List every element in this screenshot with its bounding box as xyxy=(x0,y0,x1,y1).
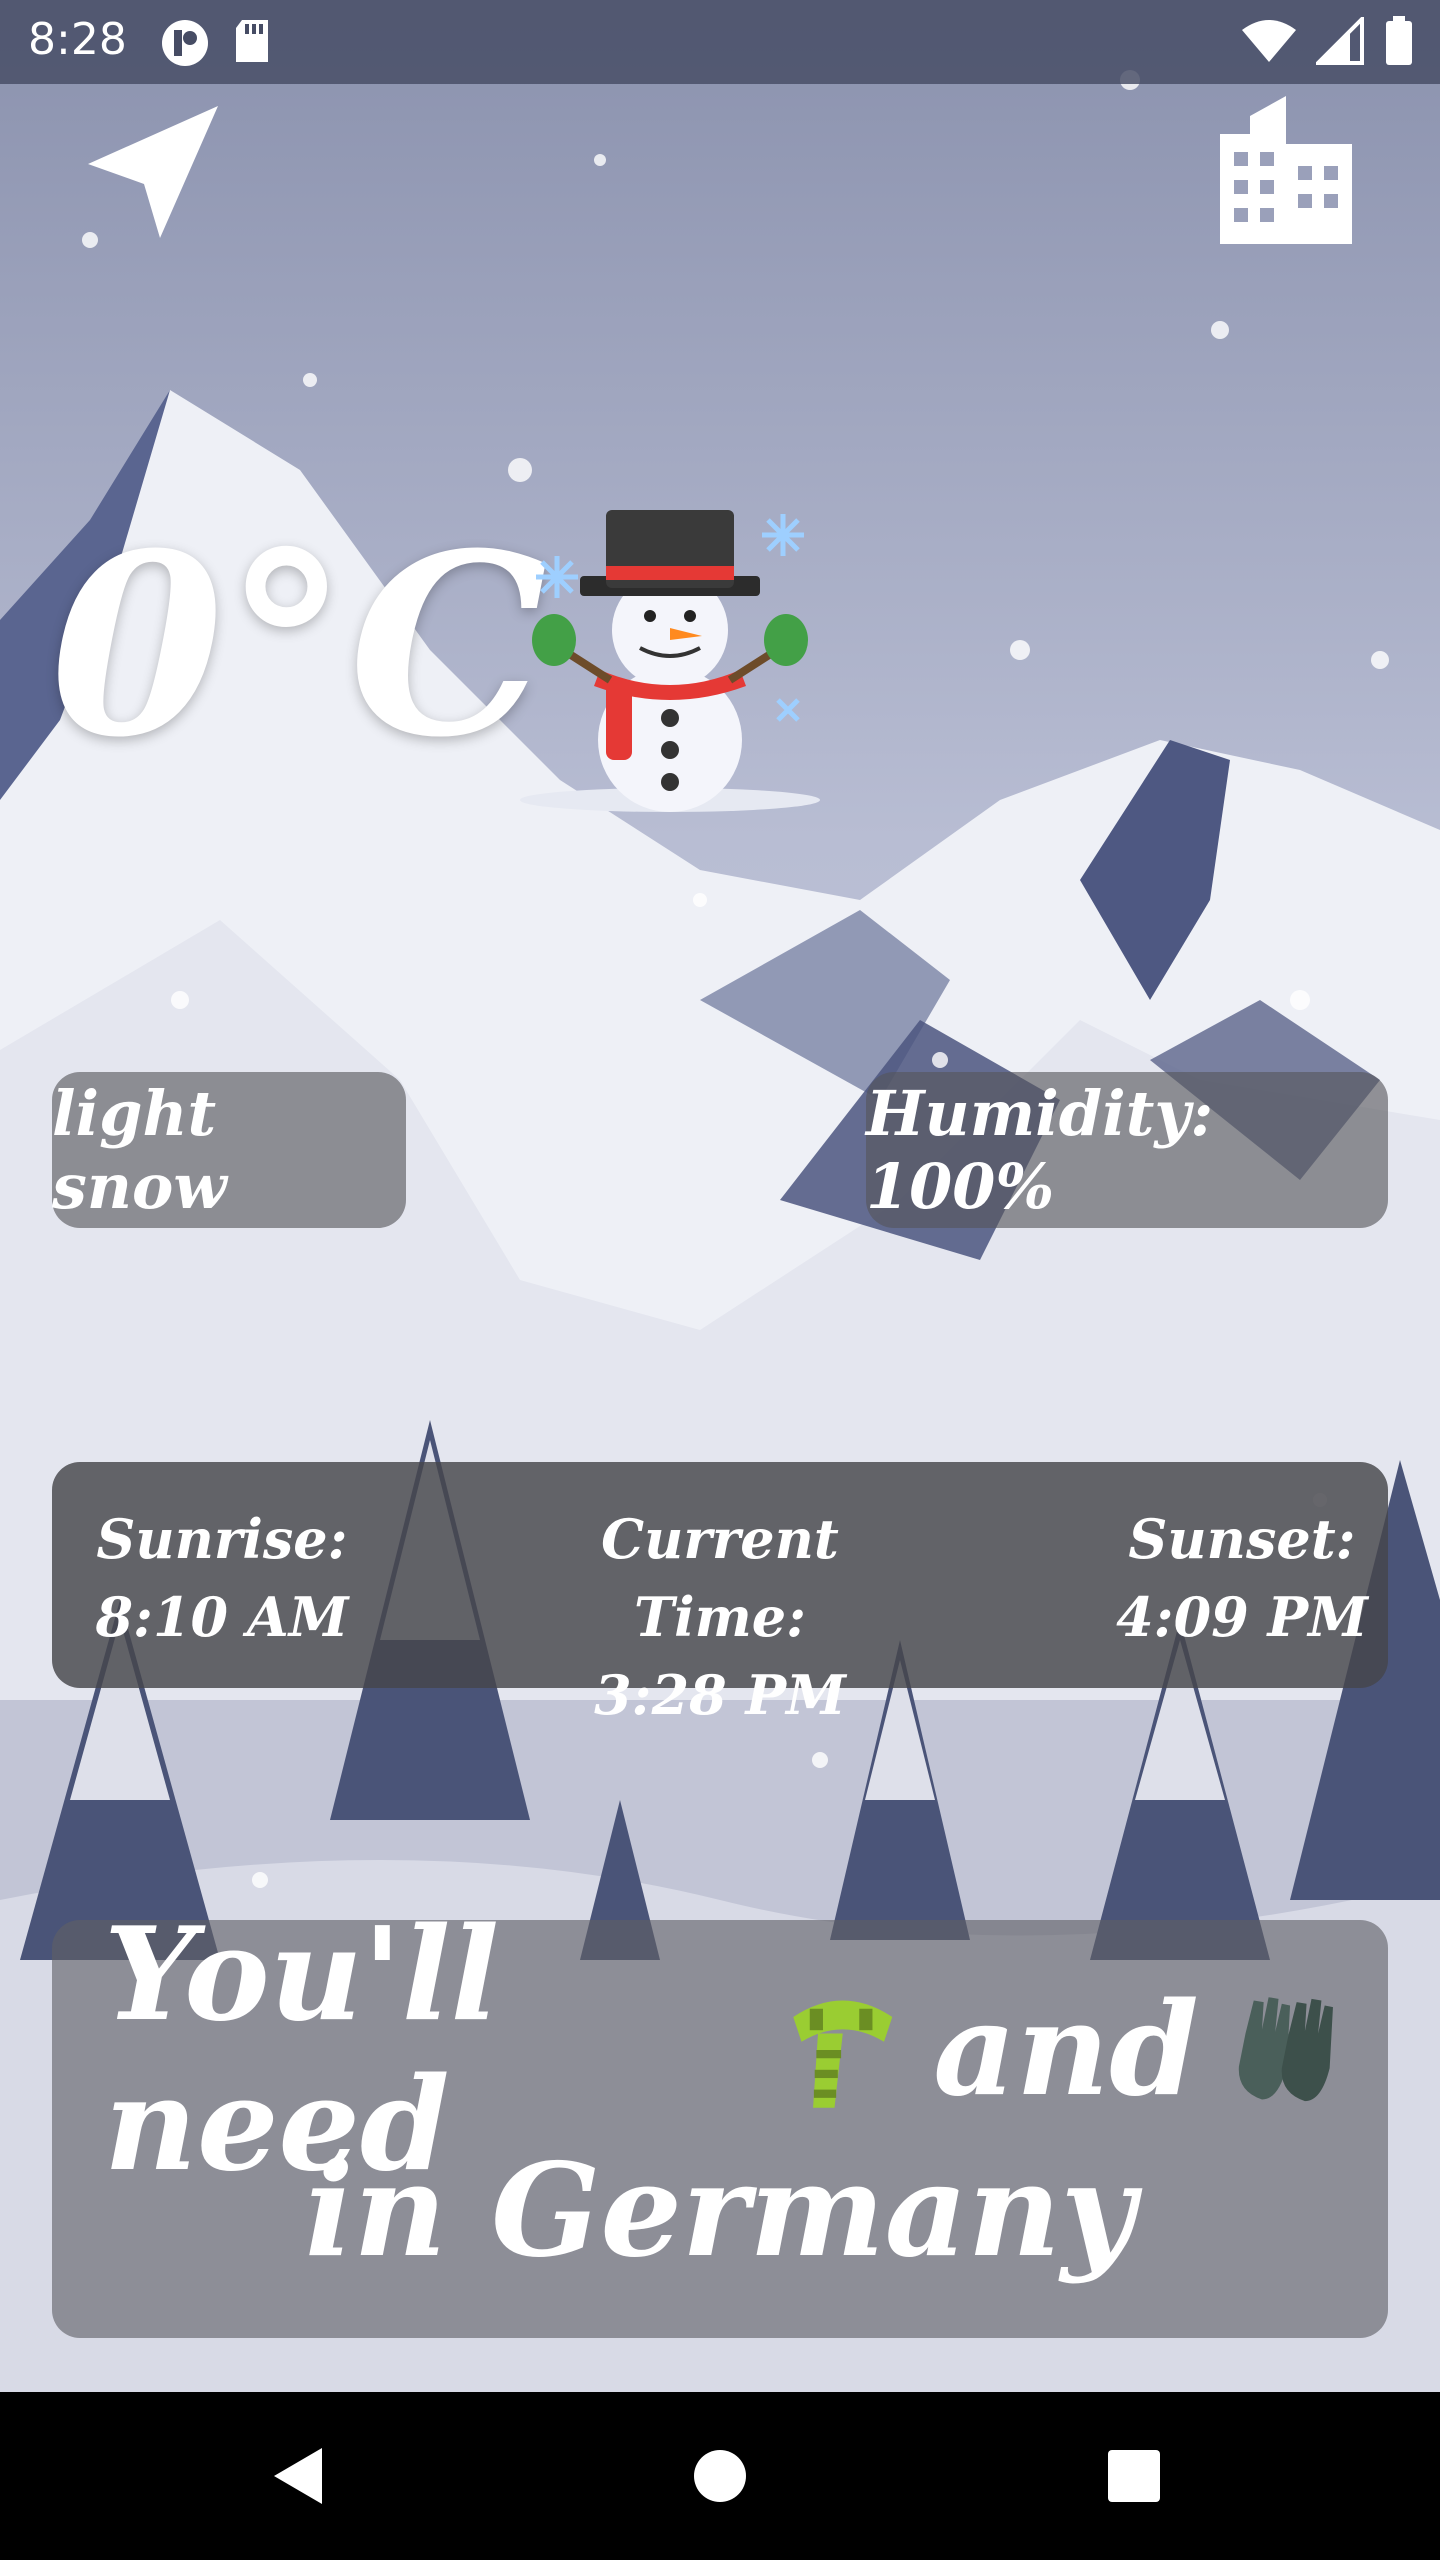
condition-pill: light snow xyxy=(52,1072,406,1228)
wifi-icon xyxy=(1242,20,1296,62)
current-time-label: Current Time: xyxy=(601,1507,839,1649)
signal-icon xyxy=(1316,17,1364,65)
time-info-card: Sunrise: 8:10 AM Current Time: 3:28 PM S… xyxy=(52,1462,1388,1727)
navigation-arrow-icon[interactable] xyxy=(84,100,224,240)
battery-icon xyxy=(1386,16,1412,65)
recents-icon[interactable] xyxy=(1086,2428,1182,2524)
sunrise-value: 8:10 AM xyxy=(95,1585,349,1649)
scarf-icon xyxy=(793,2000,893,2108)
app-notification-icon xyxy=(162,20,208,66)
sunrise-block: Sunrise: 8:10 AM xyxy=(92,1500,352,1656)
humidity-pill: Humidity: 100% xyxy=(866,1072,1388,1228)
temperature-value: 0°C xyxy=(50,498,548,792)
clothing-advice-card: You'll need and in Germany xyxy=(52,1900,1388,2338)
current-time-block: Current Time: 3:28 PM xyxy=(520,1500,920,1734)
current-time-value: 3:28 PM xyxy=(594,1663,846,1727)
advice-line-1: You'll need and xyxy=(104,1900,1344,2200)
sunset-label: Sunset: xyxy=(1128,1507,1356,1571)
advice-conjunction: and xyxy=(933,1975,1199,2125)
status-right-icons xyxy=(1240,16,1414,66)
navigation-bar xyxy=(0,2392,1440,2560)
sunrise-label: Sunrise: xyxy=(96,1507,348,1571)
home-icon[interactable] xyxy=(672,2428,768,2524)
sunset-block: Sunset: 4:09 PM xyxy=(1112,1500,1372,1656)
advice-suffix: in Germany xyxy=(304,2136,1136,2286)
city-building-icon[interactable] xyxy=(1216,96,1356,244)
status-bar: 8:28 xyxy=(0,0,1440,84)
condition-text: light snow xyxy=(52,1077,227,1223)
back-icon[interactable] xyxy=(252,2428,348,2524)
sunset-value: 4:09 PM xyxy=(1116,1585,1368,1649)
status-left-icons xyxy=(160,18,272,68)
weather-app-screen: 8:28 0°C light snow Humidity: 100% Sunri… xyxy=(0,0,1440,2560)
snowman-icon xyxy=(520,510,820,812)
humidity-text: Humidity: 100% xyxy=(866,1077,1214,1223)
sd-card-icon xyxy=(236,20,268,62)
status-time: 8:28 xyxy=(28,14,127,65)
gloves-icon xyxy=(1238,1997,1333,2102)
